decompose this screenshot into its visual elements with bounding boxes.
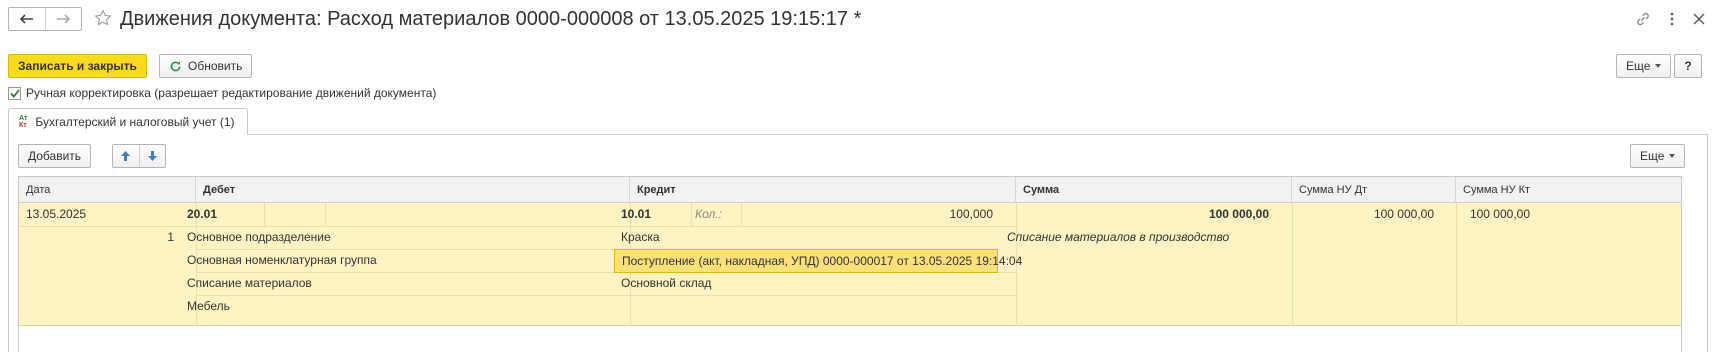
more-vertical-icon[interactable] xyxy=(1661,8,1683,30)
refresh-label: Обновить xyxy=(188,59,243,73)
credit-subconto-1[interactable]: Краска xyxy=(621,225,660,250)
dropdown-arrow-icon xyxy=(1655,64,1662,68)
sum-value[interactable]: 100 000,00 xyxy=(1016,202,1269,227)
credit-subconto-2-selected[interactable]: Поступление (акт, накладная, УПД) 0000-0… xyxy=(614,249,1022,273)
manual-edit-checkbox[interactable] xyxy=(8,86,21,100)
row-date[interactable]: 13.05.2025 xyxy=(26,202,86,227)
debit-subconto-1[interactable]: Основное подразделение xyxy=(187,225,331,250)
add-button[interactable]: Добавить xyxy=(18,144,92,168)
column-header-debit[interactable]: Дебет xyxy=(196,177,630,203)
forward-button[interactable] xyxy=(44,8,82,30)
checkmark-icon xyxy=(9,88,20,98)
table-more-button[interactable]: Еще xyxy=(1630,144,1686,168)
debit-credit-icon: Ат Кт xyxy=(19,115,28,129)
page-title: Движения документа: Расход материалов 00… xyxy=(120,8,862,30)
credit-account[interactable]: 10.01 xyxy=(621,202,651,227)
table-header: Дата Дебет Кредит Сумма Сумма НУ Дт Сумм… xyxy=(19,177,1681,203)
quantity-value[interactable]: 100,000 xyxy=(741,202,993,227)
debit-subconto-4[interactable]: Мебель xyxy=(187,294,230,319)
close-icon[interactable] xyxy=(1688,8,1710,30)
nav-buttons xyxy=(8,7,82,31)
column-header-sum-nu-kt[interactable]: Сумма НУ Кт xyxy=(1456,177,1681,203)
debit-subconto-2[interactable]: Основная номенклатурная группа xyxy=(187,248,377,273)
favorite-star-icon[interactable] xyxy=(92,7,114,29)
tab-accounting-label: Бухгалтерский и налоговый учет (1) xyxy=(35,115,235,129)
back-button[interactable] xyxy=(9,8,45,30)
move-buttons xyxy=(112,144,166,168)
arrow-right-icon xyxy=(57,14,71,24)
more-label: Еще xyxy=(1626,59,1651,73)
table-more-label: Еще xyxy=(1640,149,1665,163)
sum-nu-dt-value[interactable]: 100 000,00 xyxy=(1292,202,1434,227)
column-header-sum-nu-dt[interactable]: Сумма НУ Дт xyxy=(1292,177,1456,203)
column-header-sum[interactable]: Сумма xyxy=(1016,177,1292,203)
column-header-credit[interactable]: Кредит xyxy=(630,177,1016,203)
row-line-number: 1 xyxy=(167,230,174,244)
refresh-icon xyxy=(170,60,181,71)
manual-edit-checkbox-row[interactable]: Ручная корректировка (разрешает редактир… xyxy=(8,86,436,100)
table-row[interactable]: 13.05.2025 1 20.01 Основное подразделени… xyxy=(19,202,1681,326)
tab-accounting[interactable]: Ат Кт Бухгалтерский и налоговый учет (1) xyxy=(8,108,248,135)
move-down-button[interactable] xyxy=(138,145,166,167)
link-icon[interactable] xyxy=(1632,8,1654,30)
move-up-button[interactable] xyxy=(113,145,139,167)
save-and-close-button[interactable]: Записать и закрыть xyxy=(8,54,147,78)
arrow-up-icon xyxy=(121,151,131,161)
arrow-down-icon xyxy=(147,151,157,161)
sum-nu-kt-value[interactable]: 100 000,00 xyxy=(1456,202,1530,227)
operation-content[interactable]: Списание материалов в производство xyxy=(1007,225,1229,250)
column-header-date[interactable]: Дата xyxy=(19,177,196,203)
movements-table: Дата Дебет Кредит Сумма Сумма НУ Дт Сумм… xyxy=(18,176,1682,352)
credit-subconto-3[interactable]: Основной склад xyxy=(621,271,711,296)
quantity-label: Кол.: xyxy=(695,207,722,221)
manual-edit-label: Ручная корректировка (разрешает редактир… xyxy=(26,86,437,100)
dropdown-arrow-icon xyxy=(1669,154,1676,158)
debit-account[interactable]: 20.01 xyxy=(187,202,217,227)
more-button[interactable]: Еще xyxy=(1616,54,1672,78)
arrow-left-icon xyxy=(19,14,33,24)
refresh-button[interactable]: Обновить xyxy=(159,54,253,78)
help-button[interactable]: ? xyxy=(1674,54,1702,78)
debit-subconto-3[interactable]: Списание материалов xyxy=(187,271,312,296)
